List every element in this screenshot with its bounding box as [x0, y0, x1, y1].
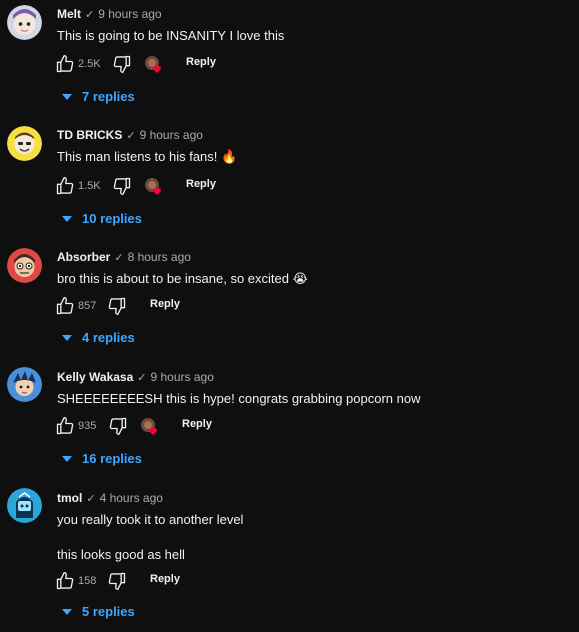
timestamp[interactable]: 8 hours ago: [128, 250, 191, 264]
comment-text: this looks good as hell: [57, 547, 185, 562]
thumbs-down-icon: [109, 417, 127, 435]
comment-text: bro this is about to be insane, so excit…: [57, 271, 308, 286]
replies-count: 7 replies: [82, 89, 135, 104]
timestamp[interactable]: 9 hours ago: [150, 370, 213, 384]
like-button[interactable]: [55, 176, 75, 196]
like-count: 857: [78, 300, 97, 312]
replies-count: 5 replies: [82, 604, 135, 619]
thumbs-up-icon: [56, 297, 74, 315]
check-icon: ✓: [86, 493, 96, 505]
view-replies-button[interactable]: 4 replies: [62, 330, 135, 345]
view-replies-button[interactable]: 16 replies: [62, 451, 142, 466]
reply-button[interactable]: Reply: [182, 418, 212, 430]
like-button[interactable]: [55, 571, 75, 591]
reply-button[interactable]: Reply: [186, 56, 216, 68]
like-button[interactable]: [55, 416, 75, 436]
replies-count: 16 replies: [82, 451, 142, 466]
reply-button[interactable]: Reply: [150, 298, 180, 310]
like-count: 1.5K: [78, 180, 101, 192]
thumbs-up-icon: [56, 572, 74, 590]
timestamp[interactable]: 9 hours ago: [98, 7, 161, 21]
comment-text: SHEEEEEEEESH this is hype! congrats grab…: [57, 391, 421, 406]
dislike-button[interactable]: [112, 54, 132, 74]
avatar[interactable]: [7, 5, 42, 40]
creator-heart-icon: [144, 55, 164, 75]
replies-count: 4 replies: [82, 330, 135, 345]
like-button[interactable]: [55, 54, 75, 74]
comment-text: This is going to be INSANITY I love this: [57, 28, 285, 43]
author-name[interactable]: tmol: [57, 491, 82, 505]
author-name[interactable]: Melt: [57, 7, 81, 21]
comment-text: This man listens to his fans! 🔥: [57, 149, 238, 164]
author-name[interactable]: Absorber: [57, 250, 110, 264]
thumbs-up-icon: [56, 177, 74, 195]
comment-header: Kelly Wakasa ✓ 9 hours ago: [57, 370, 214, 384]
check-icon: ✓: [114, 252, 124, 264]
check-icon: ✓: [85, 9, 95, 21]
thumbs-up-icon: [56, 417, 74, 435]
check-icon: ✓: [126, 130, 136, 142]
like-count: 2.5K: [78, 58, 101, 70]
reply-button[interactable]: Reply: [150, 573, 180, 585]
timestamp[interactable]: 9 hours ago: [140, 128, 203, 142]
avatar[interactable]: [7, 488, 42, 523]
thumbs-up-icon: [56, 55, 74, 73]
caret-down-icon: [62, 94, 72, 100]
caret-down-icon: [62, 216, 72, 222]
avatar[interactable]: [7, 367, 42, 402]
check-icon: ✓: [137, 372, 147, 384]
thumbs-down-icon: [108, 572, 126, 590]
comment-header: tmol ✓ 4 hours ago: [57, 491, 163, 505]
view-replies-button[interactable]: 5 replies: [62, 604, 135, 619]
caret-down-icon: [62, 456, 72, 462]
author-name[interactable]: TD BRICKS: [57, 128, 122, 142]
view-replies-button[interactable]: 7 replies: [62, 89, 135, 104]
thumbs-down-icon: [113, 177, 131, 195]
thumbs-down-icon: [113, 55, 131, 74]
creator-heart-icon: [140, 417, 160, 437]
thumbs-down-icon: [108, 297, 126, 315]
comment-text: you really took it to another level: [57, 512, 244, 527]
caret-down-icon: [62, 609, 72, 615]
like-count: 158: [78, 575, 97, 587]
avatar[interactable]: [7, 126, 42, 161]
comment-header: TD BRICKS ✓ 9 hours ago: [57, 128, 203, 142]
replies-count: 10 replies: [82, 211, 142, 226]
dislike-button[interactable]: [108, 416, 128, 436]
view-replies-button[interactable]: 10 replies: [62, 211, 142, 226]
dislike-button[interactable]: [107, 296, 127, 316]
creator-heart-icon: [144, 177, 164, 197]
comment-header: Melt ✓ 9 hours ago: [57, 7, 162, 21]
comment-header: Absorber ✓ 8 hours ago: [57, 250, 191, 264]
dislike-button[interactable]: [107, 571, 127, 591]
timestamp[interactable]: 4 hours ago: [100, 491, 163, 505]
dislike-button[interactable]: [112, 176, 132, 196]
like-button[interactable]: [55, 296, 75, 316]
like-count: 935: [78, 420, 97, 432]
author-name[interactable]: Kelly Wakasa: [57, 370, 133, 384]
reply-button[interactable]: Reply: [186, 178, 216, 190]
avatar[interactable]: [7, 248, 42, 283]
caret-down-icon: [62, 335, 72, 341]
